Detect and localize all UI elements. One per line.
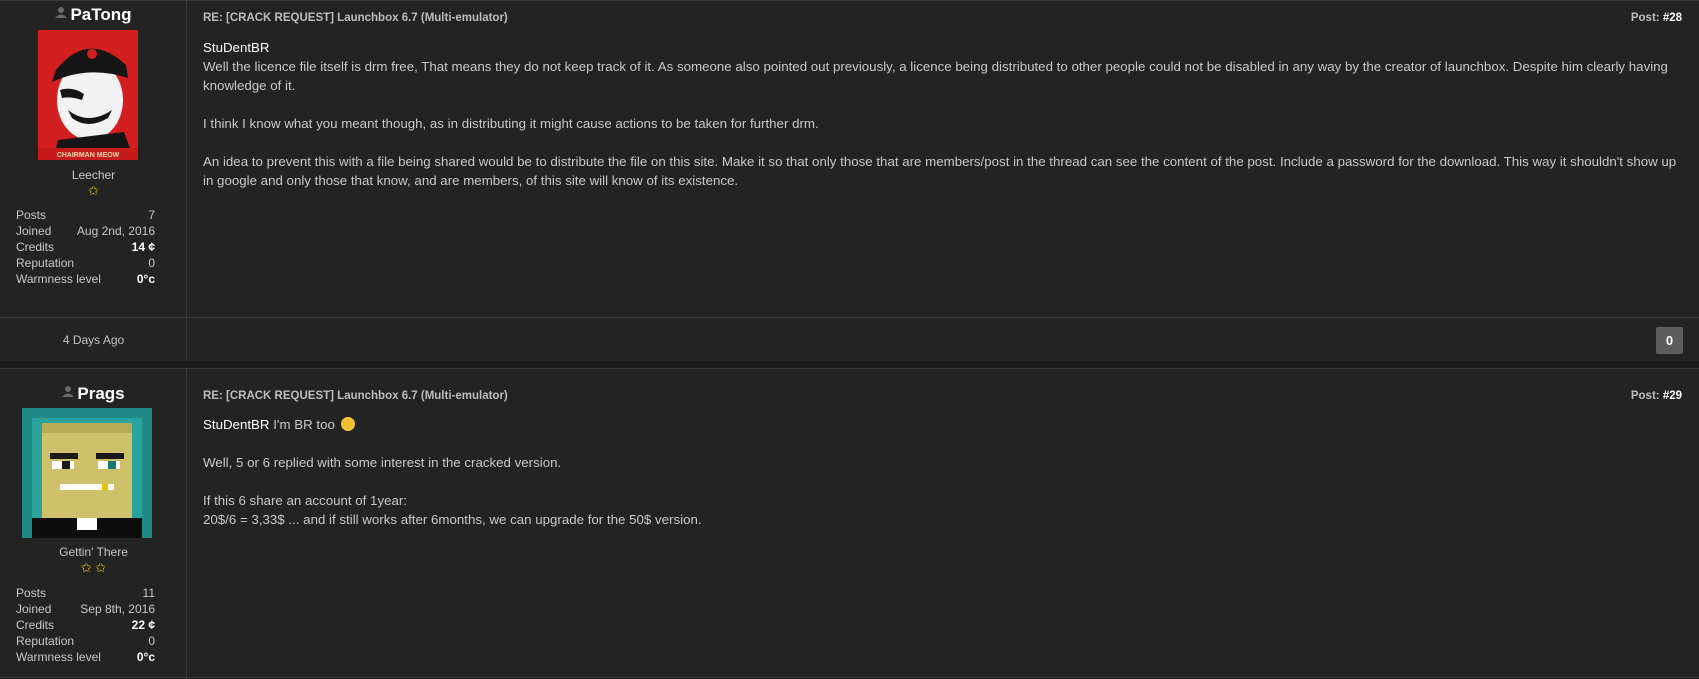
stat-credits: Credits 14 ¢ [16, 240, 155, 254]
stat-warmness: Warmness level 0°c [16, 272, 155, 286]
post-body: StuDentBR Well the licence file itself i… [203, 38, 1683, 209]
user-title: Leecher [71, 168, 116, 182]
avatar[interactable] [22, 408, 152, 538]
post-paragraph: Well the licence file itself is drm free… [203, 59, 1668, 93]
author-panel: PaTong CHAIRMAN MEOW Leecher ✩ Posts 7 Jo… [0, 1, 187, 317]
post-28: PaTong CHAIRMAN MEOW Leecher ✩ Posts 7 Jo… [0, 0, 1699, 361]
user-stats: Posts 11 Joined Sep 8th, 2016 Credits 22 ¢ … [16, 585, 155, 665]
mention-link[interactable]: StuDentBR [203, 417, 270, 432]
stat-warmness: Warmness level 0°c [16, 650, 155, 664]
user-title: Gettin' There [59, 545, 128, 559]
post-29: Prags Gettin' There ✩ ✩ Posts 11 Joined Se… [0, 368, 1699, 679]
mention-link[interactable]: StuDentBR [203, 38, 1683, 57]
reputation-button[interactable]: 0 [1656, 327, 1683, 354]
post-title-link[interactable]: RE: [CRACK REQUEST] Launchbox 6.7 (Multi… [203, 390, 508, 402]
post-body: StuDentBR I'm BR too Well, 5 or 6 replie… [203, 415, 1683, 548]
user-offline-icon [62, 386, 75, 397]
user-offline-icon [55, 7, 68, 18]
post-paragraph: If this 6 share an account of 1year: [203, 493, 408, 508]
post-title-link[interactable]: RE: [CRACK REQUEST] Launchbox 6.7 (Multi… [203, 12, 508, 24]
wink-smiley-icon [340, 417, 355, 431]
username-link[interactable]: PaTong [0, 5, 187, 25]
post-number[interactable]: Post: #28 [1631, 12, 1682, 24]
post-paragraph: 20$/6 = 3,33$ ... and if still works aft… [203, 512, 702, 527]
stat-posts: Posts 11 [16, 586, 155, 600]
post-paragraph: An idea to prevent this with a file bein… [203, 154, 1677, 188]
post-paragraph: I think I know what you meant though, as… [203, 116, 819, 131]
post-footer: 4 Days Ago 0 [0, 317, 1699, 361]
stat-reputation: Reputation 0 [16, 634, 155, 648]
stat-credits: Credits 22 ¢ [16, 618, 155, 632]
user-stats: Posts 7 Joined Aug 2nd, 2016 Credits 14 ¢ R… [16, 207, 155, 287]
post-number[interactable]: Post: #29 [1631, 390, 1682, 402]
post-date: 4 Days Ago [62, 333, 125, 347]
post-paragraph: StuDentBR I'm BR too [203, 415, 1683, 434]
rank-stars-icon: ✩ ✩ [80, 560, 107, 575]
post-paragraph: Well, 5 or 6 replied with some interest … [203, 455, 562, 470]
avatar-caption: CHAIRMAN MEOW [57, 152, 120, 159]
stat-joined: Joined Aug 2nd, 2016 [16, 224, 155, 238]
username-link[interactable]: Prags [0, 384, 187, 404]
stat-reputation: Reputation 0 [16, 256, 155, 270]
avatar[interactable]: CHAIRMAN MEOW [38, 30, 138, 160]
author-panel: Prags Gettin' There ✩ ✩ Posts 11 Joined Se… [0, 369, 187, 679]
stat-posts: Posts 7 [16, 208, 155, 222]
rank-stars-icon: ✩ [88, 183, 99, 198]
stat-joined: Joined Sep 8th, 2016 [16, 602, 155, 616]
